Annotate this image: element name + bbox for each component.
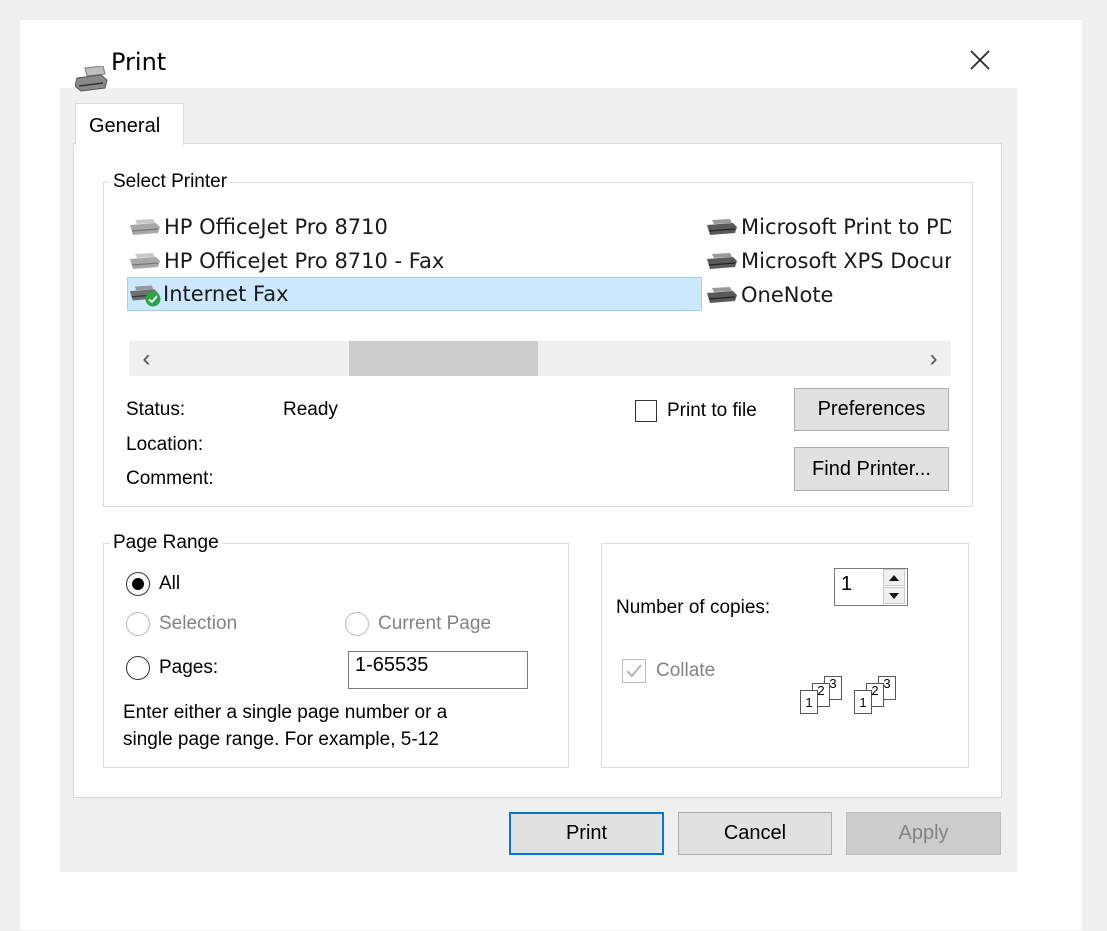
printer-item[interactable]: Microsoft XPS Document Writer (706, 244, 951, 278)
increment-button[interactable] (883, 569, 905, 586)
comment-label: Comment: (126, 468, 214, 489)
printer-icon (707, 287, 737, 303)
pages-radio[interactable] (126, 656, 150, 680)
close-icon (970, 50, 990, 70)
scroll-thumb[interactable] (349, 341, 538, 376)
printer-name: HP OfficeJet Pro 8710 (164, 215, 388, 239)
printer-icon (75, 66, 108, 92)
radio-selected-dot (132, 578, 144, 590)
decrement-button[interactable] (883, 587, 905, 604)
close-button[interactable] (964, 44, 996, 76)
status-value: Ready (283, 399, 338, 420)
cancel-button[interactable]: Cancel (678, 812, 832, 855)
all-radio[interactable] (126, 572, 150, 596)
printer-name: Internet Fax (163, 282, 289, 306)
current-page-radio[interactable] (345, 612, 369, 636)
tab-general[interactable]: General (75, 103, 184, 145)
number-of-copies-label: Number of copies: (616, 597, 771, 618)
window-title: Print (111, 48, 167, 76)
collate-checkbox[interactable] (622, 659, 646, 683)
scroll-left-button[interactable]: ‹ (129, 341, 164, 376)
printer-name: Microsoft Print to PDF (741, 215, 951, 239)
checkmark-icon (626, 664, 642, 678)
page-range-hint: single page range. For example, 5-12 (123, 729, 439, 750)
default-check-icon (145, 291, 161, 307)
printer-icon (707, 219, 737, 235)
pages-label[interactable]: Pages: (159, 657, 218, 679)
collate-page-set: 3 2 1 (800, 676, 852, 716)
printer-item[interactable]: HP OfficeJet Pro 8710 (129, 210, 479, 244)
page-range-hint: Enter either a single page number or a (123, 702, 448, 723)
current-page-label: Current Page (378, 613, 492, 634)
arrow-up-icon (889, 574, 899, 581)
printer-list-scrollbar[interactable]: ‹ › (129, 341, 951, 376)
print-button[interactable]: Print (509, 812, 664, 855)
printer-name: HP OfficeJet Pro 8710 - Fax (164, 249, 445, 273)
preferences-button[interactable]: Preferences (794, 388, 949, 431)
pages-input[interactable]: 1-65535 (348, 651, 528, 689)
selection-label: Selection (159, 613, 238, 634)
printer-item-selected[interactable]: Internet Fax (127, 277, 702, 311)
select-printer-legend: Select Printer (113, 171, 228, 192)
chevron-left-icon: ‹ (142, 344, 151, 372)
copies-spinner (883, 569, 905, 605)
all-label[interactable]: All (159, 573, 180, 595)
selection-radio[interactable] (126, 612, 150, 636)
copies-group (601, 543, 969, 768)
collate-illustration: 3 2 1 3 2 1 (800, 676, 920, 716)
print-to-file-checkbox[interactable] (635, 400, 657, 422)
printer-name: Microsoft XPS Document Writer (741, 249, 951, 273)
collate-page-set: 3 2 1 (854, 676, 906, 716)
arrow-down-icon (889, 592, 899, 599)
printer-item[interactable]: HP OfficeJet Pro 8710 - Fax (129, 244, 519, 278)
location-label: Location: (126, 434, 204, 455)
printer-item[interactable]: OneNote (706, 278, 951, 312)
collate-label: Collate (656, 660, 716, 681)
printer-icon (707, 253, 737, 269)
page-range-legend: Page Range (113, 532, 219, 553)
collate-page: 1 (800, 690, 818, 714)
scroll-right-button[interactable]: › (916, 341, 951, 376)
status-label: Status: (126, 399, 186, 420)
print-to-file-label[interactable]: Print to file (667, 400, 757, 422)
printer-name: OneNote (741, 283, 834, 307)
printer-item[interactable]: Microsoft Print to PDF (706, 210, 951, 244)
printer-icon (130, 219, 160, 235)
printer-icon (130, 253, 160, 269)
apply-button[interactable]: Apply (846, 812, 1001, 855)
chevron-right-icon: › (929, 344, 938, 372)
find-printer-button[interactable]: Find Printer... (794, 447, 949, 491)
collate-page: 1 (854, 690, 872, 714)
